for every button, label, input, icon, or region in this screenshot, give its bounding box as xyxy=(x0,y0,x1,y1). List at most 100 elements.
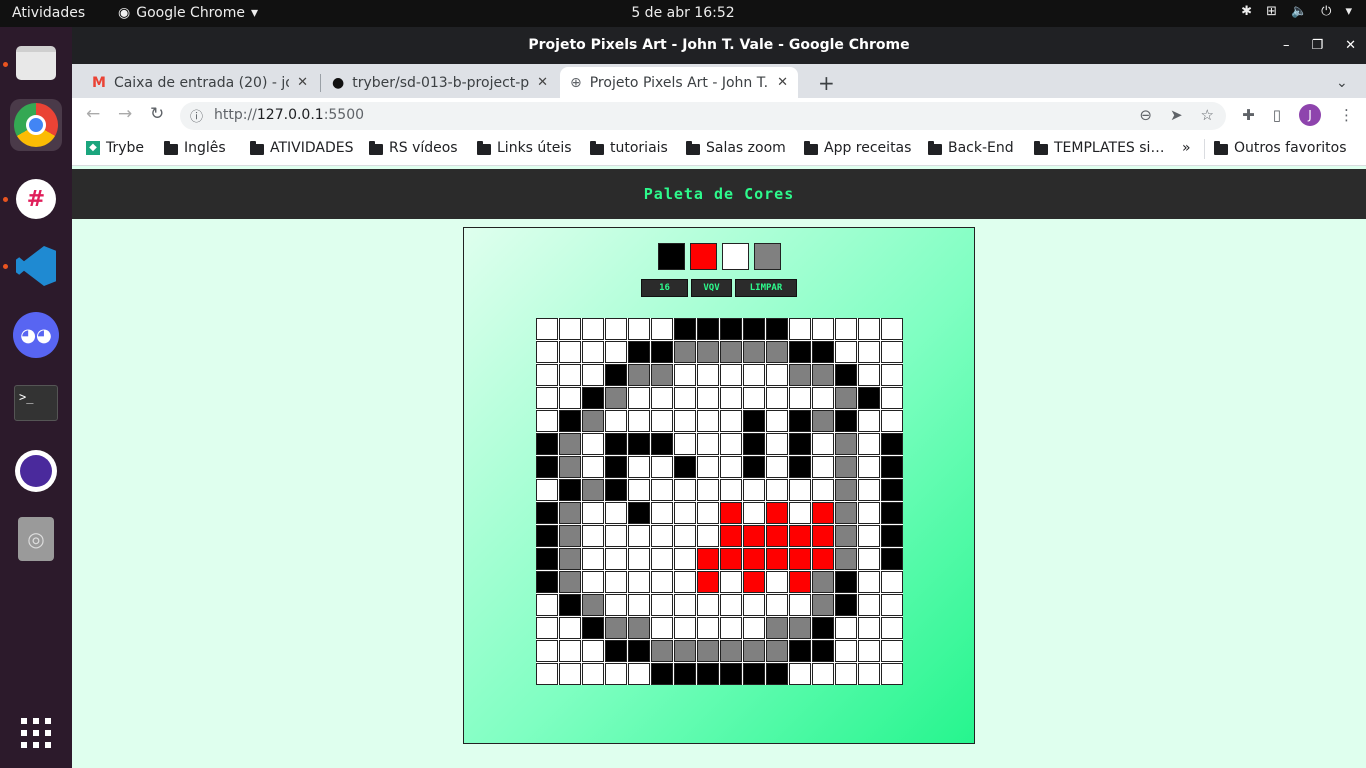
pixel[interactable] xyxy=(812,479,834,501)
pixel[interactable] xyxy=(858,548,880,570)
pixel[interactable] xyxy=(651,548,673,570)
pixel[interactable] xyxy=(559,479,581,501)
pixel[interactable] xyxy=(881,525,903,547)
tor-browser-icon[interactable] xyxy=(10,445,62,497)
show-apps-icon[interactable] xyxy=(10,707,62,759)
pixel[interactable] xyxy=(559,433,581,455)
pixel[interactable] xyxy=(605,571,627,593)
pixel[interactable] xyxy=(651,479,673,501)
pixel[interactable] xyxy=(743,433,765,455)
pixel[interactable] xyxy=(651,525,673,547)
pixel[interactable] xyxy=(605,364,627,386)
pixel[interactable] xyxy=(651,571,673,593)
system-clock[interactable]: 5 de abr 16:52 xyxy=(631,5,734,21)
pixel[interactable] xyxy=(812,548,834,570)
pixel[interactable] xyxy=(720,318,742,340)
pixel[interactable] xyxy=(720,410,742,432)
pixel[interactable] xyxy=(605,479,627,501)
pixel[interactable] xyxy=(743,640,765,662)
pixel[interactable] xyxy=(766,617,788,639)
bookmark-folder[interactable]: Salas zoom xyxy=(686,140,786,156)
pixel[interactable] xyxy=(697,525,719,547)
pixel[interactable] xyxy=(536,364,558,386)
pixel[interactable] xyxy=(559,341,581,363)
pixel[interactable] xyxy=(559,571,581,593)
pixel[interactable] xyxy=(628,341,650,363)
pixel[interactable] xyxy=(582,663,604,685)
pixel[interactable] xyxy=(559,502,581,524)
board-size-input[interactable]: 16 xyxy=(641,279,688,297)
pixel[interactable] xyxy=(743,502,765,524)
pixel[interactable] xyxy=(881,663,903,685)
pixel[interactable] xyxy=(674,663,696,685)
palette-color-red[interactable] xyxy=(690,243,717,270)
files-icon[interactable] xyxy=(10,37,62,89)
pixel[interactable] xyxy=(881,433,903,455)
pixel[interactable] xyxy=(697,502,719,524)
pixel[interactable] xyxy=(559,387,581,409)
tab-github[interactable]: ● tryber/sd-013-b-project-pi ✕ xyxy=(322,67,558,98)
pixel[interactable] xyxy=(858,341,880,363)
pixel[interactable] xyxy=(789,640,811,662)
pixel[interactable] xyxy=(858,594,880,616)
pixel[interactable] xyxy=(720,387,742,409)
pixel[interactable] xyxy=(743,479,765,501)
slack-icon[interactable]: # xyxy=(10,173,62,225)
pixel[interactable] xyxy=(835,364,857,386)
pixel[interactable] xyxy=(881,548,903,570)
bookmark-folder[interactable]: Back-End xyxy=(928,140,1014,156)
pixel[interactable] xyxy=(835,525,857,547)
pixel[interactable] xyxy=(812,640,834,662)
pixel[interactable] xyxy=(812,433,834,455)
pixel[interactable] xyxy=(835,663,857,685)
pixel[interactable] xyxy=(697,617,719,639)
pixel[interactable] xyxy=(812,410,834,432)
pixel[interactable] xyxy=(858,318,880,340)
pixel[interactable] xyxy=(743,318,765,340)
pixel[interactable] xyxy=(766,456,788,478)
pixel[interactable] xyxy=(881,594,903,616)
pixel[interactable] xyxy=(835,387,857,409)
pixel[interactable] xyxy=(835,594,857,616)
pixel[interactable] xyxy=(651,410,673,432)
tab-search-icon[interactable]: ⌄ xyxy=(1326,67,1358,98)
pixel[interactable] xyxy=(789,594,811,616)
bookmark-other-favorites[interactable]: Outros favoritos xyxy=(1214,140,1347,156)
pixel[interactable] xyxy=(720,571,742,593)
pixel[interactable] xyxy=(697,479,719,501)
pixel[interactable] xyxy=(789,387,811,409)
chrome-icon[interactable] xyxy=(10,99,62,151)
discord-icon[interactable]: ◕◕ xyxy=(10,309,62,361)
pixel[interactable] xyxy=(881,479,903,501)
pixel[interactable] xyxy=(858,617,880,639)
pixel[interactable] xyxy=(697,640,719,662)
pixel[interactable] xyxy=(582,387,604,409)
pixel[interactable] xyxy=(582,525,604,547)
chevron-down-icon[interactable]: ▾ xyxy=(1345,4,1352,19)
pixel[interactable] xyxy=(605,318,627,340)
pixel[interactable] xyxy=(812,663,834,685)
pixel[interactable] xyxy=(743,364,765,386)
pixel[interactable] xyxy=(674,525,696,547)
pixel[interactable] xyxy=(697,548,719,570)
pixel[interactable] xyxy=(858,571,880,593)
forward-icon[interactable]: → xyxy=(118,104,132,124)
pixel[interactable] xyxy=(720,640,742,662)
pixel[interactable] xyxy=(651,318,673,340)
pixel[interactable] xyxy=(766,525,788,547)
pixel[interactable] xyxy=(766,640,788,662)
pixel[interactable] xyxy=(766,341,788,363)
pixel[interactable] xyxy=(628,571,650,593)
pixel[interactable] xyxy=(720,548,742,570)
accessibility-icon[interactable]: ✱ xyxy=(1241,4,1252,19)
power-icon[interactable]: ⏻ xyxy=(1321,4,1331,19)
pixel[interactable] xyxy=(628,456,650,478)
pixel[interactable] xyxy=(536,410,558,432)
bookmarks-overflow-button[interactable]: » xyxy=(1182,140,1191,156)
reload-icon[interactable]: ↻ xyxy=(150,104,164,124)
pixel[interactable] xyxy=(789,548,811,570)
pixel[interactable] xyxy=(674,640,696,662)
pixel[interactable] xyxy=(789,525,811,547)
volume-icon[interactable]: 🔈 xyxy=(1291,4,1307,19)
pixel[interactable] xyxy=(651,341,673,363)
